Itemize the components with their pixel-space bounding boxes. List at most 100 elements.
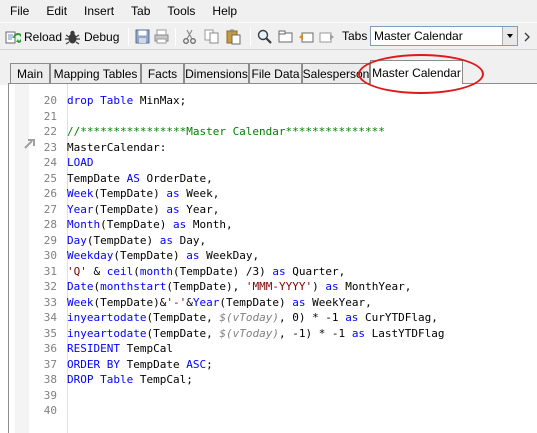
code-line[interactable]: 40 (9, 403, 537, 418)
line-number: 30 (43, 249, 57, 262)
code-text: Week(TempDate)&'-'&Year(TempDate) as Wee… (67, 295, 372, 310)
code-line[interactable]: 38 DROP Table TempCal; (9, 372, 537, 387)
paste-icon[interactable] (225, 28, 242, 45)
code-line[interactable]: 36 RESIDENT TempCal (9, 341, 537, 356)
menu-edit[interactable]: Edit (39, 0, 73, 22)
reload-icon (5, 31, 21, 43)
code-token-fn: Weekday (67, 249, 114, 262)
menu-insert[interactable]: Insert (77, 0, 120, 22)
code-line[interactable]: 37 ORDER BY TempDate ASC; (9, 357, 537, 372)
code-line[interactable]: 21 (9, 109, 537, 124)
code-token-plain: (TempDate) (93, 202, 167, 216)
debug-button[interactable]: Debug (64, 27, 119, 47)
code-line[interactable]: 20 drop Table MinMax; (9, 93, 537, 108)
code-token-plain: WeekYear, (305, 295, 372, 309)
code-token-plain: WeekDay, (199, 249, 260, 262)
copy-icon[interactable] (203, 28, 220, 45)
code-text: //****************Master Calendar*******… (67, 124, 385, 139)
code-token-plain: (TempDate)& (93, 295, 167, 309)
demote-tab-icon[interactable] (318, 28, 335, 45)
code-token-fn: Year (192, 295, 220, 309)
code-text: inyeartodate(TempDate, $(vToday), -1) * … (67, 326, 445, 341)
search-icon[interactable] (256, 28, 273, 45)
line-number: 31 (43, 264, 57, 278)
code-token-kw: as (166, 202, 180, 216)
menu-tab[interactable]: Tab (124, 0, 156, 22)
tab-master-calendar[interactable]: Master Calendar (370, 60, 463, 84)
save-icon[interactable] (134, 28, 151, 45)
tab-strip: Main Mapping Tables Facts Dimensions Fil… (0, 50, 537, 85)
code-token-plain: MinMax; (133, 94, 187, 107)
code-line[interactable]: 29 Day(TempDate) as Day, (9, 233, 537, 248)
code-token-plain: Day, (172, 233, 207, 247)
code-token-plain: , -1) * -1 (278, 326, 352, 340)
tab-file-data[interactable]: File Data (249, 63, 302, 83)
code-token-plain: TempCal; (133, 373, 193, 386)
code-token-kw: AS (126, 171, 140, 185)
code-token-plain: Week, (179, 187, 220, 200)
code-token-plain: , 0) * -1 (278, 311, 346, 324)
code-text: Date(monthstart(TempDate), 'MMM-YYYY') a… (67, 279, 411, 294)
toolbar-separator (250, 28, 251, 46)
code-token-plain: CurYTDFlag, (358, 311, 438, 324)
code-text: Week(TempDate) as Week, (67, 186, 219, 201)
code-line[interactable]: 25 TempDate AS OrderDate, (9, 171, 537, 186)
line-number: 36 (43, 342, 57, 355)
line-number: 34 (43, 311, 57, 324)
code-text: drop Table MinMax; (67, 93, 186, 108)
code-token-var: $(vToday) (219, 326, 279, 340)
menu-file[interactable]: File (6, 0, 35, 22)
print-icon[interactable] (153, 28, 170, 45)
code-token-plain: ; (206, 357, 213, 371)
code-token-plain: MonthYear, (338, 280, 412, 293)
code-line[interactable]: 27 Year(TempDate) as Year, (9, 202, 537, 217)
new-tab-icon[interactable] (277, 28, 294, 45)
code-token-kw: Table (100, 373, 134, 386)
code-line[interactable]: 23 MasterCalendar: (9, 140, 537, 155)
tab-salesperson[interactable]: Salesperson (302, 63, 370, 83)
script-editor[interactable]: 20 drop Table MinMax; 21 22//**************… (8, 84, 537, 433)
code-token-fn: Week (67, 187, 94, 200)
code-line[interactable]: 34 inyeartodate(TempDate, $(vToday), 0) *… (9, 310, 537, 325)
debug-label: Debug (84, 30, 120, 44)
code-token-fn: Year (67, 202, 94, 216)
tabs-combo[interactable]: Master Calendar (370, 26, 518, 46)
code-line[interactable]: 22//****************Master Calendar*****… (9, 124, 537, 139)
tab-main[interactable]: Main (10, 63, 50, 83)
code-text: LOAD (67, 155, 94, 170)
code-line[interactable]: 33 Week(TempDate)&'-'&Year(TempDate) as W… (9, 295, 537, 310)
tab-dimensions[interactable]: Dimensions (184, 63, 249, 83)
menu-tools[interactable]: Tools (160, 0, 201, 22)
code-token-plain: (TempDate) (86, 233, 160, 247)
code-line[interactable]: 24 LOAD (9, 155, 537, 170)
code-token-fn: Week (67, 295, 94, 309)
code-token-plain: (TempDate) (219, 295, 293, 309)
code-token-kw: as (292, 295, 306, 309)
code-text: RESIDENT TempCal (67, 341, 173, 356)
code-line[interactable]: 26 Week(TempDate) as Week, (9, 186, 537, 201)
code-line[interactable]: 30 Weekday(TempDate) as WeekDay, (9, 248, 537, 263)
menu-help[interactable]: Help (205, 0, 243, 22)
code-line[interactable]: 28 Month(TempDate) as Month, (9, 217, 537, 232)
code-line[interactable]: 35 inyeartodate(TempDate, $(vToday), -1) … (9, 326, 537, 341)
chevron-down-icon[interactable] (502, 27, 517, 45)
code-token-kw: Table (100, 94, 134, 107)
tab-mapping-tables[interactable]: Mapping Tables (50, 63, 141, 83)
line-number: 40 (43, 404, 57, 417)
code-token-fn: Day (67, 233, 87, 247)
code-text: DROP Table TempCal; (67, 372, 193, 387)
reload-button[interactable]: Reload (4, 27, 62, 47)
promote-tab-icon[interactable] (298, 28, 315, 45)
code-token-kw: as (166, 187, 180, 200)
code-text: ORDER BY TempDate ASC; (67, 357, 213, 372)
code-token-kw: ASC (186, 357, 207, 371)
cut-icon[interactable] (181, 28, 198, 45)
code-line[interactable]: 32 Date(monthstart(TempDate), 'MMM-YYYY')… (9, 279, 537, 294)
code-line[interactable]: 39 (9, 388, 537, 403)
code-token-kw: RESIDENT (67, 342, 120, 355)
toolbar-overflow-icon[interactable] (522, 30, 534, 44)
code-token-kw: DROP (67, 373, 94, 386)
bug-icon (65, 30, 80, 44)
tab-facts[interactable]: Facts (141, 63, 184, 83)
code-line[interactable]: 31 'Q' & ceil(month(TempDate) /3) as Quar… (9, 264, 537, 279)
